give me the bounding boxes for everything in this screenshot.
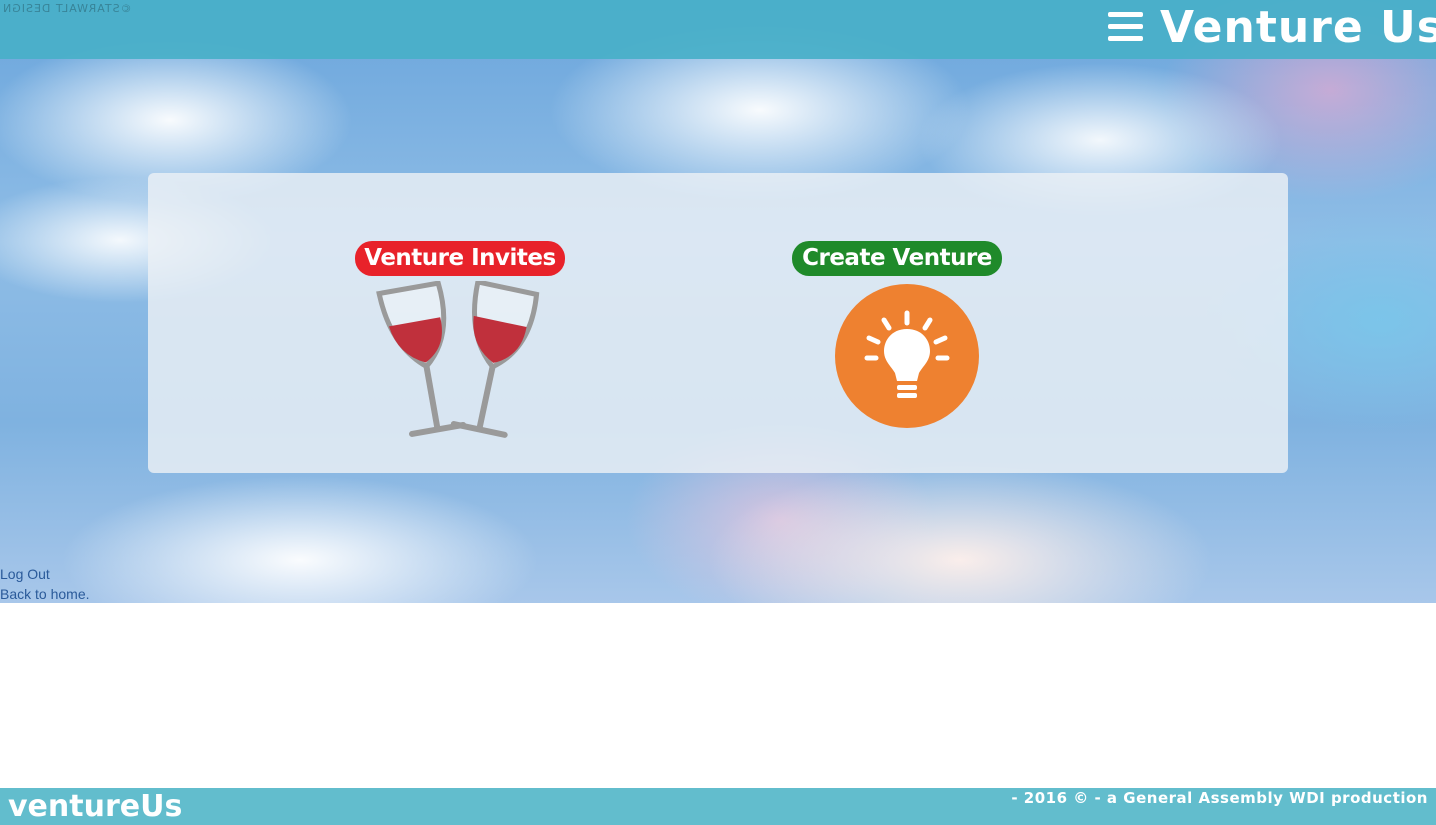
footer-brand: ventureUs: [8, 789, 183, 824]
account-links: Log Out Back to home.: [0, 564, 90, 603]
venture-invites-button[interactable]: Venture Invites: [355, 241, 565, 276]
action-panel: Venture Invites Create Venture: [148, 173, 1288, 473]
back-home-link[interactable]: Back to home.: [0, 584, 90, 603]
footer-credit: - 2016 © - a General Assembly WDI produc…: [1011, 789, 1428, 807]
footer-bar: ventureUs - 2016 © - a General Assembly …: [0, 788, 1436, 825]
top-navbar: ©STARWALT DESIGN Venture Us: [0, 0, 1436, 59]
hamburger-menu-icon[interactable]: [1108, 12, 1143, 42]
wine-glasses-icon[interactable]: [366, 281, 556, 443]
create-venture-button[interactable]: Create Venture: [792, 241, 1002, 276]
logout-link[interactable]: Log Out: [0, 564, 90, 584]
site-title[interactable]: Venture Us: [1160, 2, 1436, 53]
watermark-text: ©STARWALT DESIGN: [2, 2, 132, 15]
lightbulb-icon[interactable]: [834, 283, 980, 429]
hero-background: ©STARWALT DESIGN Venture Us Venture Invi…: [0, 0, 1436, 603]
